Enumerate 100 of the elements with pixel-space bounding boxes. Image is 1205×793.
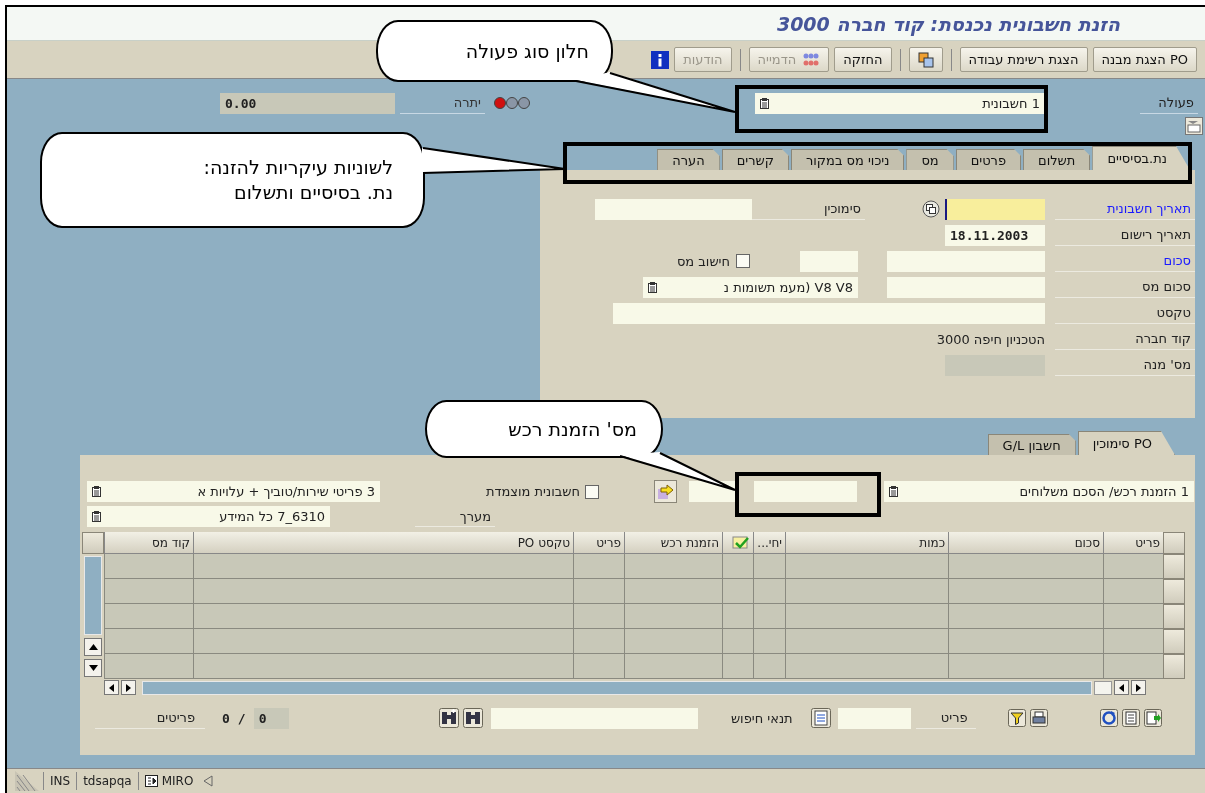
table-cell <box>573 629 624 654</box>
down-arrow-icon <box>88 665 98 671</box>
item-selection-dropdown[interactable]: 3 פריטי שירות/טוביך + עלויות א <box>87 481 380 502</box>
table-settings-button[interactable] <box>82 532 104 554</box>
row-selector[interactable] <box>1163 604 1185 629</box>
column-header[interactable] <box>722 532 753 554</box>
dropdown-icon[interactable] <box>92 486 101 497</box>
printer-icon[interactable] <box>1029 709 1048 727</box>
tab[interactable]: חשבון G/L <box>987 434 1076 455</box>
column-header[interactable]: כמות <box>785 532 948 554</box>
table-cell <box>1103 654 1163 679</box>
column-header[interactable]: סכום <box>948 532 1103 554</box>
info-icon[interactable] <box>651 50 670 69</box>
dropdown-icon[interactable] <box>889 486 898 497</box>
tab[interactable]: PO סימוכין <box>1077 431 1175 455</box>
row-selector[interactable] <box>1163 629 1185 654</box>
checkbox[interactable] <box>585 484 599 499</box>
search-field[interactable] <box>490 707 698 729</box>
refresh-icon[interactable] <box>1099 709 1118 727</box>
balance-field: 0.00 <box>220 92 395 114</box>
binoculars-plus-icon[interactable] <box>438 708 459 728</box>
document-icon[interactable] <box>1121 709 1140 727</box>
row-selector[interactable] <box>1163 579 1185 604</box>
binoculars-icon[interactable] <box>462 708 483 728</box>
tab[interactable]: נת.בסיסיים <box>1092 146 1190 170</box>
layout-dropdown[interactable]: 6310_7 כל המידע <box>87 506 330 527</box>
table-cell <box>573 579 624 604</box>
item-field[interactable] <box>837 707 911 729</box>
table-cell <box>1103 554 1163 579</box>
scroll-right-button[interactable] <box>1131 680 1146 695</box>
tax-code-dropdown[interactable]: V8 V8 (מעמ תשומות נ <box>643 276 858 298</box>
collapse-arrow-icon[interactable] <box>203 775 214 787</box>
row-selector[interactable] <box>1163 654 1185 679</box>
toolbar-button[interactable] <box>908 47 943 72</box>
callout-bubble: לשוניות עיקריות להזנה: נת. בסיסיים ותשלום <box>40 132 425 228</box>
toolbar-button[interactable]: PO הצגת מבנה <box>1092 47 1197 72</box>
scroll-down-button[interactable] <box>84 659 102 677</box>
column-header[interactable]: קוד מס <box>104 532 193 554</box>
field-label: פריטים <box>95 707 205 729</box>
table-cell <box>722 579 753 604</box>
toolbar-button[interactable]: הצגת רשימת עבודה <box>959 47 1088 72</box>
table-cell <box>753 579 785 604</box>
input-field[interactable] <box>945 198 1045 220</box>
row-selector[interactable] <box>1163 554 1185 579</box>
input-field[interactable] <box>887 250 1045 272</box>
toolbar-button[interactable]: החזקה <box>834 47 892 72</box>
checkbox-label: חישוב מס <box>675 253 730 269</box>
tab[interactable]: הערה <box>657 149 720 170</box>
field-label: פעולה <box>1140 92 1198 114</box>
status-field: tdsapqa <box>76 772 138 790</box>
dropdown-icon[interactable] <box>92 511 101 522</box>
table-cell <box>573 654 624 679</box>
field-label: תנאי חיפוש <box>729 710 793 726</box>
tab[interactable]: פרטים <box>955 149 1022 170</box>
tab[interactable]: מס <box>906 149 954 170</box>
table-cell <box>722 604 753 629</box>
tab[interactable]: תשלום <box>1023 149 1091 170</box>
checkbox-label: חשבונית מוצמדת <box>484 484 580 499</box>
order-number-field[interactable] <box>754 481 857 502</box>
column-header[interactable]: טקסט PO <box>193 532 573 554</box>
dropdown-icon[interactable] <box>760 97 769 109</box>
select-all-button[interactable] <box>1163 532 1185 554</box>
window-title: הזנת חשבונית נכנסת: קוד חברה 3000 <box>776 12 1120 35</box>
scroll-right-button[interactable] <box>121 680 136 695</box>
tab[interactable]: ניכוי מס במקור <box>790 149 905 170</box>
field-label: תאריך חשבונית <box>1055 198 1195 220</box>
tab[interactable]: קשרים <box>721 149 789 170</box>
column-header[interactable]: יחי... <box>753 532 785 554</box>
action-dropdown[interactable]: 1 חשבונית <box>755 92 1045 114</box>
company-name: 3000 הטכניון חיפה <box>935 331 1045 347</box>
windows-icon <box>917 51 934 68</box>
right-arrow-icon <box>126 683 131 692</box>
column-header[interactable]: פריט <box>1103 532 1163 554</box>
scroll-left-button[interactable] <box>104 680 119 695</box>
scrollbar-track[interactable] <box>84 556 102 635</box>
arrow-button[interactable] <box>654 480 677 503</box>
input-field[interactable] <box>887 276 1045 298</box>
status-field: INS <box>43 772 77 790</box>
dropdown-icon[interactable] <box>648 281 657 293</box>
input-field[interactable]: 18.11.2003 <box>945 224 1045 246</box>
left-arrow-icon <box>1119 683 1124 692</box>
table-cell <box>573 604 624 629</box>
up-arrow-icon <box>88 644 98 650</box>
filter-icon[interactable] <box>1007 709 1026 727</box>
document-type-dropdown[interactable]: 1 הזמנת רכש/ הסכם משלוחים <box>884 481 1194 502</box>
input-field[interactable] <box>800 250 858 272</box>
table-cell <box>1103 579 1163 604</box>
panel-icon[interactable] <box>1185 117 1203 135</box>
scrollbar-thumb[interactable] <box>1094 680 1112 695</box>
checkbox[interactable] <box>736 254 750 268</box>
input-field[interactable] <box>595 198 752 220</box>
circle-squares-icon[interactable] <box>922 200 940 218</box>
scroll-up-button[interactable] <box>84 638 102 656</box>
column-header[interactable]: הזמנת רכש <box>624 532 722 554</box>
transaction-icon <box>144 775 158 787</box>
scrollbar-track[interactable] <box>142 680 1092 695</box>
scroll-left-button[interactable] <box>1114 680 1129 695</box>
list-icon[interactable] <box>810 708 831 728</box>
column-header[interactable]: פריט <box>573 532 624 554</box>
input-field[interactable] <box>613 302 1045 324</box>
